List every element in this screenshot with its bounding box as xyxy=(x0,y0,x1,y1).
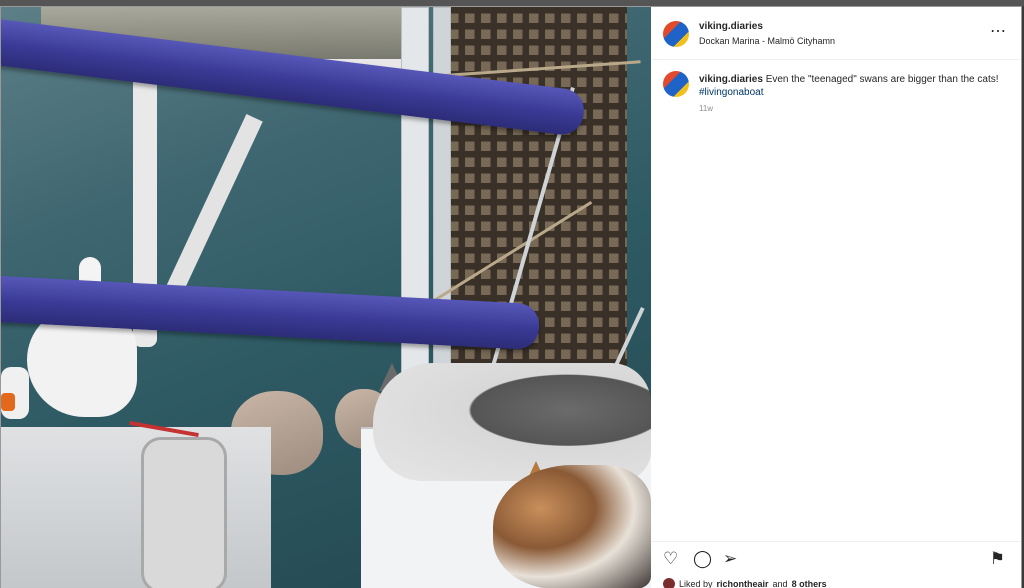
caption-avatar[interactable] xyxy=(663,71,689,97)
bookmark-icon[interactable]: ⚑ xyxy=(990,549,1005,569)
caption-hashtag[interactable]: #livingonaboat xyxy=(699,87,764,98)
username-link[interactable]: viking.diaries xyxy=(699,21,763,32)
calico-cat xyxy=(493,465,651,588)
swan-beak xyxy=(1,393,15,411)
likes-prefix: Liked by xyxy=(679,579,713,588)
caption: viking.diaries Even the "teenaged" swans… xyxy=(699,73,999,99)
caption-text: Even the "teenaged" swans are bigger tha… xyxy=(765,74,999,85)
liker-avatar[interactable] xyxy=(663,578,675,588)
post-modal: viking.diaries Dockan Marina - Malmö Cit… xyxy=(0,6,1022,588)
likes-line: Liked by richontheair and 8 others xyxy=(663,578,827,588)
likes-others[interactable]: 8 others xyxy=(792,579,827,588)
comment-icon[interactable]: ◯ xyxy=(693,549,712,569)
post-header: viking.diaries Dockan Marina - Malmö Cit… xyxy=(651,7,1021,60)
likes-and: and xyxy=(772,579,788,588)
post-side-panel: viking.diaries Dockan Marina - Malmö Cit… xyxy=(651,7,1021,588)
location-link[interactable]: Dockan Marina - Malmö Cityhamn xyxy=(699,36,835,46)
avatar[interactable] xyxy=(663,21,689,47)
heart-icon[interactable]: ♡ xyxy=(663,549,678,569)
grey-white-cat xyxy=(373,363,651,481)
liker-username[interactable]: richontheair xyxy=(717,579,769,588)
post-photo[interactable] xyxy=(1,7,651,588)
share-icon[interactable]: ➢ xyxy=(723,549,737,569)
more-options-icon[interactable]: ⋯ xyxy=(990,21,1007,41)
post-time[interactable]: 11w xyxy=(699,104,713,113)
caption-username[interactable]: viking.diaries xyxy=(699,74,763,85)
boat-deck xyxy=(1,427,271,588)
winch-fitting xyxy=(141,437,227,588)
